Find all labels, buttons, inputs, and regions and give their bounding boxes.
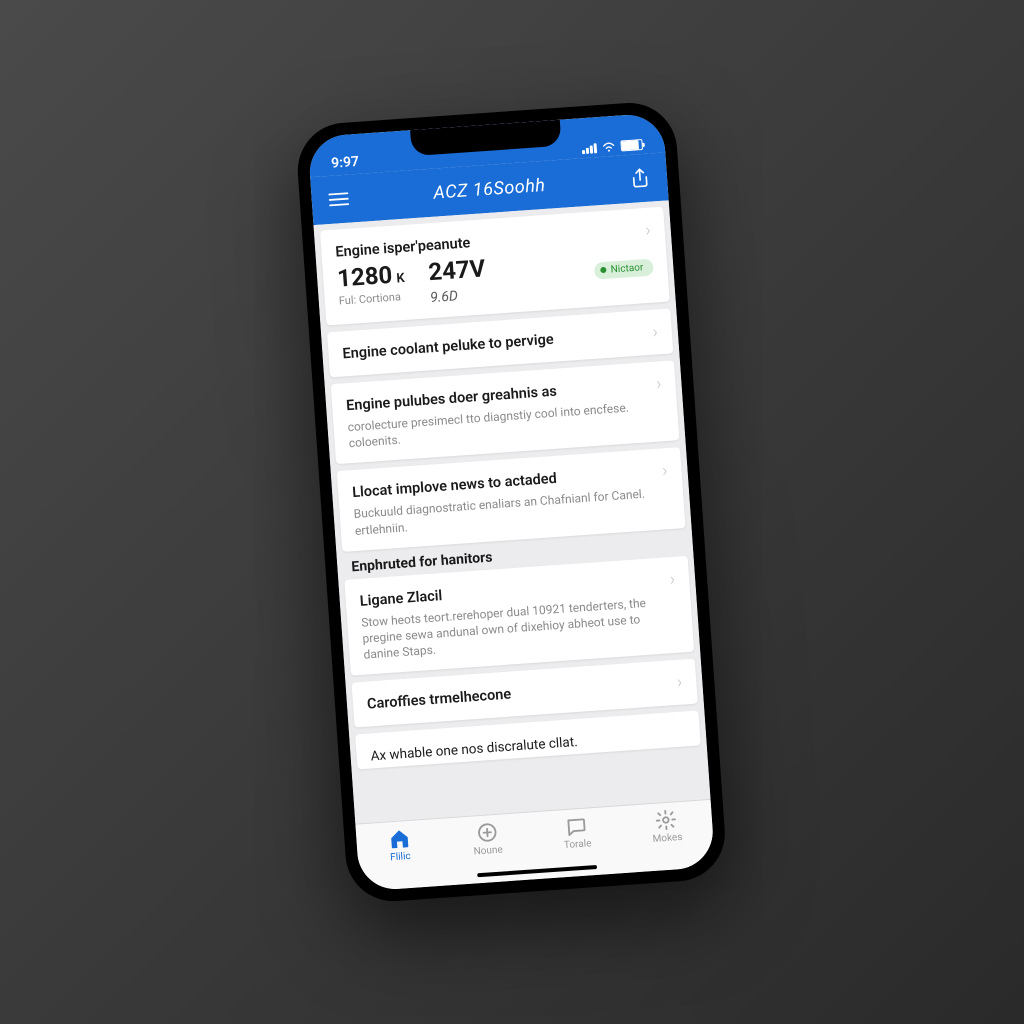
chevron-right-icon: › <box>676 672 683 693</box>
share-button[interactable] <box>628 169 651 188</box>
tab-label: Torale <box>564 838 592 851</box>
tab-torale[interactable]: Torale <box>562 814 592 851</box>
tab-mokes[interactable]: Mokes <box>651 808 683 845</box>
tab-label: Flilic <box>390 851 411 863</box>
tab-home[interactable]: Flilic <box>386 827 412 864</box>
row-title: Engine coolant peluke to pervige <box>342 331 554 363</box>
gear-icon <box>654 808 679 832</box>
pulubes-row[interactable]: Engine pulubes doer greahnis as › corole… <box>331 360 680 464</box>
stat-2: 247V 9.6D <box>427 254 487 306</box>
app-title: ACZ 16Soohh <box>433 174 546 203</box>
row-title: Ligane Zlacil <box>359 587 443 610</box>
llocat-row[interactable]: Llocat implove news to actaded › Buckuul… <box>337 448 686 552</box>
status-indicators <box>581 139 643 154</box>
row-title: Caroffies trmelhecone <box>366 686 511 713</box>
chevron-right-icon: › <box>669 569 676 590</box>
cellular-icon <box>581 143 597 154</box>
tab-label: Mokes <box>652 832 683 845</box>
wifi-icon <box>601 141 616 152</box>
home-icon <box>386 827 411 851</box>
stat-2-value: 247V <box>427 254 486 286</box>
chat-icon <box>564 814 589 838</box>
battery-icon <box>620 139 643 152</box>
menu-button[interactable] <box>327 190 350 209</box>
chevron-right-icon: › <box>652 321 659 342</box>
stat-1-unit: K <box>396 271 405 287</box>
stat-1: 1280K Ful: Cortiona <box>336 260 406 308</box>
status-time: 9:97 <box>331 154 360 172</box>
engine-isper-row[interactable]: Engine isper'peanute › 1280K Ful: Cortio… <box>320 207 670 326</box>
ligane-row[interactable]: Ligane Zlacil › Stow heots teort.rerehop… <box>344 556 694 676</box>
tab-label: Noune <box>473 844 503 857</box>
plus-circle-icon <box>474 821 499 845</box>
stat-1-value: 1280 <box>336 261 393 293</box>
stat-2-script: 9.6D <box>430 286 488 306</box>
row-title: Ax whable one nos discralute cllat. <box>370 734 578 764</box>
chevron-right-icon: › <box>655 373 662 394</box>
screen: 9:97 ACZ 16Soohh Engine isper'peanute › <box>307 113 715 892</box>
status-badge: Nictaor <box>594 258 654 279</box>
content-scroll[interactable]: Engine isper'peanute › 1280K Ful: Cortio… <box>314 200 711 823</box>
chevron-right-icon: › <box>661 460 668 481</box>
phone-frame: 9:97 ACZ 16Soohh Engine isper'peanute › <box>295 100 728 905</box>
tab-noune[interactable]: Noune <box>472 821 504 858</box>
chevron-right-icon: › <box>645 220 652 241</box>
stat-1-label: Ful: Cortiona <box>338 290 406 308</box>
